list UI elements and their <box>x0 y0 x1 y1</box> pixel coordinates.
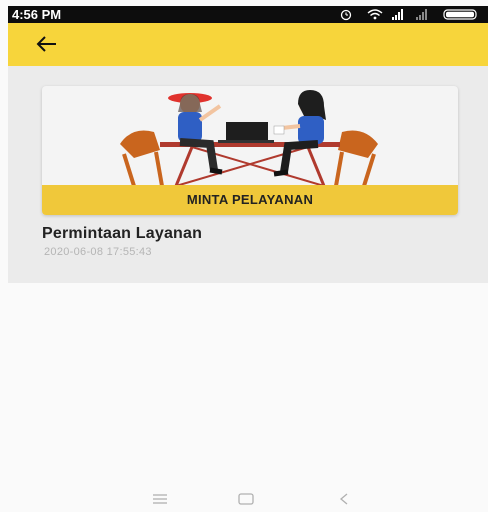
service-card[interactable]: MINTA PELAYANAN <box>42 86 458 215</box>
status-bar: 4:56 PM <box>8 6 488 23</box>
app-bar <box>8 23 488 66</box>
status-icons <box>340 9 477 21</box>
home-icon[interactable] <box>236 490 256 508</box>
request-timestamp: 2020-06-08 17:55:43 <box>44 246 152 258</box>
back-icon[interactable] <box>334 490 354 508</box>
menu-icon[interactable] <box>150 490 170 508</box>
alarm-icon <box>340 9 352 21</box>
signal-icon-2 <box>416 9 427 20</box>
content-panel: MINTA PELAYANAN Permintaan Layanan 2020-… <box>8 66 488 283</box>
minta-pelayanan-banner[interactable]: MINTA PELAYANAN <box>42 185 458 215</box>
signal-icon <box>392 9 403 20</box>
arrow-left-icon[interactable] <box>34 31 60 57</box>
service-illustration <box>120 90 378 186</box>
battery-icon <box>443 9 477 20</box>
navigation-bar <box>0 488 488 512</box>
wifi-icon <box>367 9 383 20</box>
status-time: 4:56 PM <box>12 7 62 22</box>
request-title: Permintaan Layanan <box>42 225 203 242</box>
